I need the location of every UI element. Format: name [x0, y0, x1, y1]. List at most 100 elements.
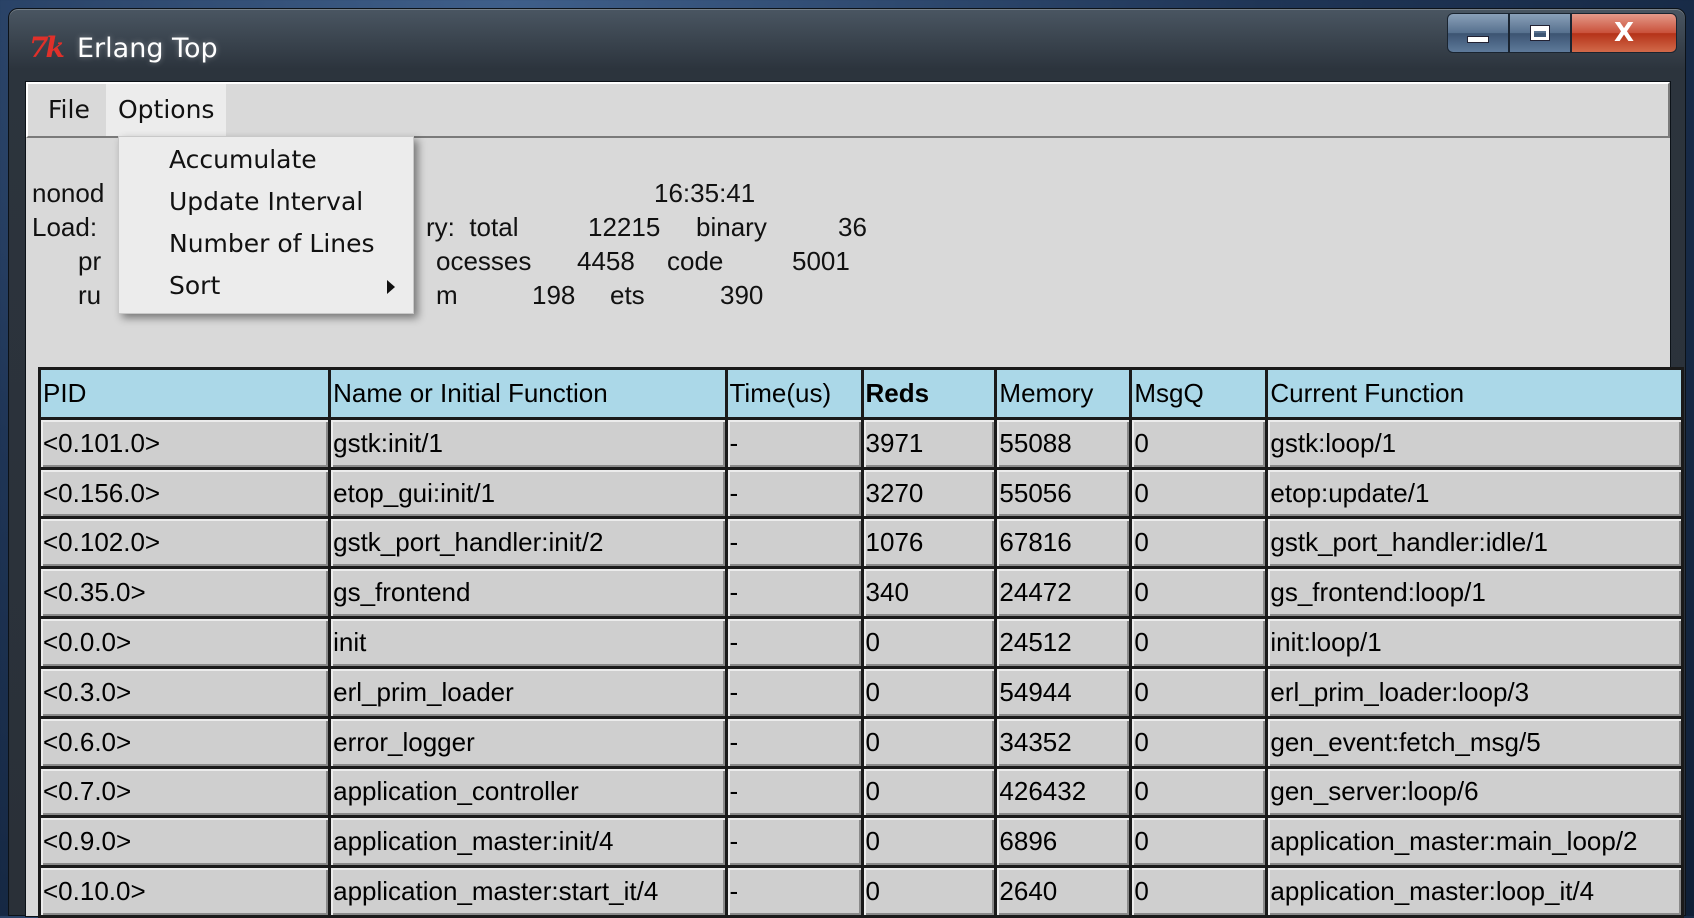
table-row[interactable]: <0.156.0> etop_gui:init/1-3270 55056 0 etop:… [37, 466, 1684, 520]
cell-time: - [724, 715, 864, 769]
table-row[interactable]: <0.102.0> gstk_port_handler:init/2-1076 67… [37, 516, 1684, 570]
cell-msgq: 0 [1129, 616, 1269, 669]
cell-reds: 1076 [860, 516, 998, 570]
column-header-time[interactable]: Time(us) [724, 367, 864, 420]
cell-memory: 55088 [994, 416, 1133, 470]
cell-time: - [724, 865, 864, 918]
cell-msgq: 0 [1129, 516, 1269, 570]
tk-logo-icon: 7k [29, 31, 65, 64]
memory-processes-label: ocesses [436, 246, 532, 276]
table-row[interactable]: <0.0.0> init -0 24512 0 init:loop/1 [37, 616, 1684, 669]
cell-time: - [724, 466, 864, 520]
cell-pid: <0.101.0> [37, 416, 332, 470]
cell-name: application_master:start_it/4 [328, 865, 728, 918]
minimize-icon [1467, 35, 1489, 43]
table-row[interactable]: <0.9.0> application_master:init/4-0 6896 0 a… [37, 815, 1684, 869]
column-header-name[interactable]: Name or Initial Function [328, 367, 728, 420]
column-header-msgq[interactable]: MsgQ [1129, 367, 1269, 420]
table-row[interactable]: <0.35.0> gs_frontend -340 24472 0 gs_frontend… [37, 566, 1684, 620]
cell-msgq: 0 [1129, 466, 1269, 520]
cell-msgq: 0 [1129, 815, 1269, 869]
maximize-button[interactable] [1509, 13, 1571, 53]
cell-current-function: application_master:loop_it/4 [1265, 865, 1684, 918]
cell-msgq: 0 [1129, 865, 1269, 918]
cell-pid: <0.9.0> [37, 815, 332, 869]
cell-msgq: 0 [1129, 665, 1269, 719]
cell-current-function: etop:update/1 [1265, 466, 1684, 520]
cell-current-function: gen_event:fetch_msg/5 [1265, 715, 1684, 769]
cell-reds: 0 [860, 815, 998, 869]
menu-item-accumulate[interactable]: Accumulate [119, 139, 413, 181]
cell-current-function: gstk:loop/1 [1265, 416, 1684, 470]
cell-current-function: gen_server:loop/6 [1265, 765, 1684, 819]
cell-name: gstk_port_handler:init/2 [328, 516, 728, 570]
node-name: nonod [32, 178, 105, 208]
cell-memory: 55056 [994, 466, 1133, 520]
memory-processes-value: 4458 [577, 246, 635, 276]
column-header-memory[interactable]: Memory [994, 367, 1133, 420]
menu-item-sort[interactable]: Sort [119, 265, 413, 307]
memory-total-value: 12215 [588, 212, 661, 242]
window-controls: X [1447, 13, 1677, 55]
menu-item-number-of-lines[interactable]: Number of Lines [119, 223, 413, 265]
cell-pid: <0.7.0> [37, 765, 332, 819]
table-row[interactable]: <0.10.0> application_master:start_it/4-0 2… [37, 865, 1684, 918]
cell-msgq: 0 [1129, 765, 1269, 819]
menu-file[interactable]: File [36, 84, 102, 136]
title-bar[interactable]: 7k Erlang Top X [9, 9, 1685, 79]
cell-msgq: 0 [1129, 715, 1269, 769]
cell-current-function: application_master:main_loop/2 [1265, 815, 1684, 869]
cell-name: application_controller [328, 765, 728, 819]
options-dropdown-menu: Accumulate Update Interval Number of Lin… [118, 136, 414, 314]
code-label: code [667, 246, 724, 276]
cell-time: - [724, 516, 864, 570]
column-header-reds[interactable]: Reds [860, 367, 998, 420]
menu-item-update-interval[interactable]: Update Interval [119, 181, 413, 223]
cell-name: etop_gui:init/1 [328, 466, 728, 520]
minimize-button[interactable] [1447, 13, 1509, 53]
cell-name: error_logger [328, 715, 728, 769]
table-header-row: PID Name or Initial Function Time(us) Reds M… [37, 367, 1684, 420]
close-button[interactable]: X [1571, 13, 1677, 53]
binary-label: binary [696, 212, 767, 242]
close-icon: X [1613, 18, 1635, 48]
cell-current-function: init:loop/1 [1265, 616, 1684, 669]
cell-pid: <0.156.0> [37, 466, 332, 520]
cell-pid: <0.0.0> [37, 616, 332, 669]
cell-time: - [724, 566, 864, 620]
cell-memory: 24512 [994, 616, 1133, 669]
cell-msgq: 0 [1129, 566, 1269, 620]
clock-time: 16:35:41 [654, 178, 756, 208]
table-row[interactable]: <0.101.0> gstk:init/1-3971 55088 0 gstk:loop… [37, 416, 1684, 470]
cell-name: init [328, 616, 728, 669]
table-row[interactable]: <0.6.0> error_logger -0 34352 0 gen_event:fet… [37, 715, 1684, 769]
run-queue-label: ru [78, 280, 102, 310]
cell-reds: 0 [860, 865, 998, 918]
processes-count-label: pr [78, 246, 102, 276]
cell-reds: 0 [860, 765, 998, 819]
cell-memory: 6896 [994, 815, 1133, 869]
atom-value: 198 [532, 280, 576, 310]
cell-pid: <0.6.0> [37, 715, 332, 769]
cell-pid: <0.3.0> [37, 665, 332, 719]
column-header-current-function[interactable]: Current Function [1265, 367, 1684, 420]
submenu-arrow-icon [387, 280, 395, 294]
cell-time: - [724, 765, 864, 819]
cell-memory: 24472 [994, 566, 1133, 620]
cell-memory: 67816 [994, 516, 1133, 570]
maximize-icon [1530, 25, 1550, 41]
cell-msgq: 0 [1129, 416, 1269, 470]
table-row[interactable]: <0.7.0> application_controller -0 426432 0 ge… [37, 765, 1684, 819]
window-title: Erlang Top [77, 33, 218, 64]
column-header-pid[interactable]: PID [37, 367, 332, 420]
menu-options[interactable]: Options [106, 84, 227, 136]
process-table: PID Name or Initial Function Time(us) Reds M… [37, 367, 1684, 918]
cell-memory: 34352 [994, 715, 1133, 769]
cell-time: - [724, 616, 864, 669]
cell-reds: 340 [860, 566, 998, 620]
code-value: 5001 [792, 246, 850, 276]
cell-reds: 3971 [860, 416, 998, 470]
table-row[interactable]: <0.3.0> erl_prim_loader -0 54944 0 erl_prim_l… [37, 665, 1684, 719]
menu-bar: File Options [26, 82, 1670, 138]
ets-label: ets [610, 280, 645, 310]
